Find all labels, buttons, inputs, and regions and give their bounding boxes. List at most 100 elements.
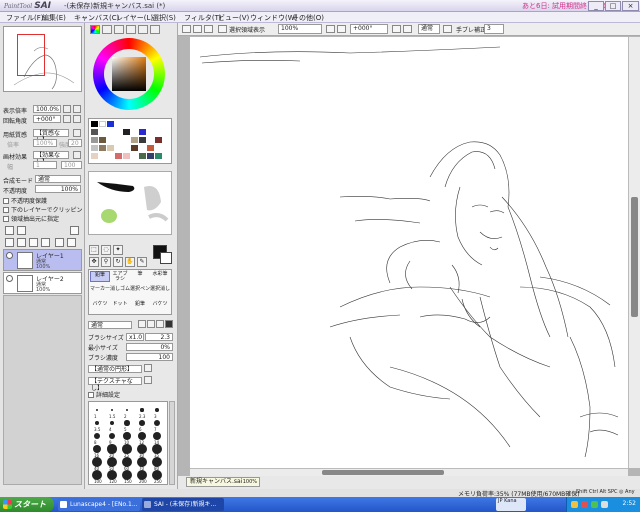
brush-preset-dot[interactable] [110, 408, 114, 412]
menu-edit[interactable]: 編集(E) [42, 13, 66, 23]
paper-scale-field[interactable]: 100% [33, 139, 57, 147]
clear-selection-icon[interactable] [204, 25, 213, 33]
tool-pencil[interactable]: 鉛筆 [90, 271, 110, 282]
brush-size-multiplier[interactable]: x1.0 [126, 333, 144, 341]
brush-preset-dot[interactable] [124, 420, 130, 426]
scratch-pad[interactable] [88, 171, 172, 235]
tool-watercolor[interactable]: 水彩筆 [150, 271, 170, 282]
document-tab[interactable]: 新規キャンバス.sai 100% [186, 477, 260, 487]
brush-preset-dot[interactable] [139, 420, 145, 426]
zoom-out-icon[interactable] [326, 25, 335, 33]
blend-mode-select[interactable]: 通常 [35, 175, 81, 183]
opacity-slider[interactable]: 100% [35, 185, 81, 193]
drawing-canvas[interactable] [190, 37, 628, 468]
zoom-field[interactable]: 100.0% [33, 105, 61, 113]
invert-selection-icon[interactable] [193, 25, 202, 33]
protect-alpha-checkbox[interactable]: 不透明度保護 [3, 196, 47, 205]
secondary-color-swatch[interactable] [160, 252, 172, 264]
hue-wheel[interactable] [93, 38, 165, 110]
minimize-button[interactable]: _ [588, 1, 604, 11]
brush-preset-dot[interactable] [153, 419, 161, 427]
tool-select-pen[interactable]: 選択ペン [130, 286, 150, 297]
zoom-out-button[interactable] [63, 105, 71, 113]
color-swatches[interactable] [88, 118, 172, 164]
brush-preset-dot[interactable] [138, 432, 146, 440]
visibility-eye-icon[interactable] [6, 275, 13, 282]
selection-source-checkbox[interactable]: 領域抽出元に指定 [3, 214, 59, 223]
brush-preset-dot[interactable] [109, 420, 115, 426]
rotate-right-icon[interactable] [403, 25, 412, 33]
tool-dot[interactable]: ドット [110, 301, 130, 312]
navigator-preview[interactable] [3, 26, 82, 92]
merge-down-icon[interactable] [17, 238, 26, 247]
saturation-value-square[interactable] [112, 57, 146, 91]
effect-width-field[interactable]: 1 [33, 161, 57, 169]
brush-shape-select[interactable]: 【通常の円形】 [88, 365, 142, 373]
scratchpad-tab-icon[interactable] [150, 25, 160, 34]
brush-shape-dropdown-icon[interactable] [144, 364, 152, 372]
edge-mid-icon[interactable] [147, 320, 155, 328]
move-icon[interactable]: ✥ [89, 257, 99, 267]
tool-pencil-2[interactable]: 鉛筆 [130, 301, 150, 312]
blend-select[interactable]: 通常 [418, 24, 440, 34]
brush-preset-dot[interactable] [108, 432, 116, 440]
brush-mode-select[interactable]: 通常 [88, 321, 132, 329]
zoom-icon[interactable]: ⚲ [101, 257, 111, 267]
copy-layer-icon[interactable] [5, 238, 14, 247]
color-wheel-tab-icon[interactable] [90, 25, 100, 34]
menu-filter[interactable]: フィルタ(T) [184, 13, 222, 23]
brush-texture-dropdown-icon[interactable] [144, 376, 152, 384]
rotate-field[interactable]: +000° [33, 115, 61, 123]
tray-network-icon[interactable] [591, 501, 598, 508]
rotate-icon[interactable]: ↻ [113, 257, 123, 267]
brush-size-presets[interactable]: 1 1.5 2 2.3 3 3.5 4 5 6 7 8 9 10 12 14 16 20 25 30 35 40 50 60… [88, 401, 168, 485]
rotate-left-button[interactable] [63, 115, 71, 123]
menu-canvas[interactable]: キャンバス(C) [74, 13, 119, 23]
visibility-eye-icon[interactable] [6, 252, 13, 259]
layer-options-icon[interactable] [70, 226, 79, 235]
brush-preset-dot[interactable] [140, 408, 144, 412]
tool-bucket[interactable]: バケツ [90, 301, 110, 312]
tray-app-icon[interactable] [571, 501, 578, 508]
start-button[interactable]: スタート [0, 497, 54, 512]
brush-preset-dot[interactable] [123, 432, 131, 440]
flip-icon[interactable] [443, 25, 452, 33]
canvas-vertical-scrollbar[interactable] [628, 37, 640, 468]
new-layer-set-icon[interactable] [17, 226, 26, 235]
brush-size-slider[interactable]: 2.3 [145, 333, 173, 341]
menu-other[interactable]: その他(O) [292, 13, 324, 23]
delete-layer-icon[interactable] [41, 238, 50, 247]
rotate-right-button[interactable] [73, 115, 81, 123]
taskbar-item-lunascape[interactable]: Lunascape4 - [ENo.1... [58, 498, 140, 511]
menu-window[interactable]: ウィンドウ(W) [250, 13, 297, 23]
tool-marker[interactable]: マーカー [90, 286, 110, 297]
paper-texture-select[interactable]: 【質感なし】 [33, 129, 69, 144]
layer-item[interactable]: レイヤー1 通常 100% [3, 249, 82, 271]
swatch-tab-icon[interactable] [138, 25, 148, 34]
canvas-zoom-select[interactable]: 100% [278, 24, 322, 34]
hand-icon[interactable]: ✋ [125, 257, 135, 267]
canvas-angle-select[interactable]: +000° [350, 24, 388, 34]
menu-view[interactable]: ビュー(V) [218, 13, 249, 23]
stabilizer-select[interactable]: 3 [484, 24, 504, 34]
clear-layer-icon[interactable] [29, 238, 38, 247]
effect-select[interactable]: 【効果なし】 [33, 151, 69, 166]
paper-strength-field[interactable]: 20 [68, 139, 82, 147]
paper-texture-dropdown[interactable] [73, 129, 81, 137]
layer-transfer-icon[interactable] [67, 238, 76, 247]
layer-mask-icon[interactable] [55, 238, 64, 247]
effect-dropdown[interactable] [73, 151, 81, 159]
brush-preset-dot[interactable] [125, 408, 129, 412]
taskbar-item-sai[interactable]: SAI - (未保存)新規キ... [142, 498, 224, 511]
density-slider[interactable]: 100 [126, 353, 173, 361]
min-size-slider[interactable]: 0% [126, 343, 173, 351]
language-bar[interactable]: JP Kana [496, 498, 526, 511]
detail-settings-checkbox[interactable]: 詳細設定 [88, 390, 120, 399]
rgb-slider-tab-icon[interactable] [102, 25, 112, 34]
edge-soft-icon[interactable] [156, 320, 164, 328]
brush-preset-dot[interactable] [96, 409, 98, 411]
tool-bucket-2[interactable]: バケツ [150, 301, 170, 312]
select-rect-icon[interactable]: ⬚ [89, 245, 99, 255]
show-selection-checkbox[interactable] [218, 25, 227, 33]
brush-preset-dot[interactable] [93, 432, 101, 440]
